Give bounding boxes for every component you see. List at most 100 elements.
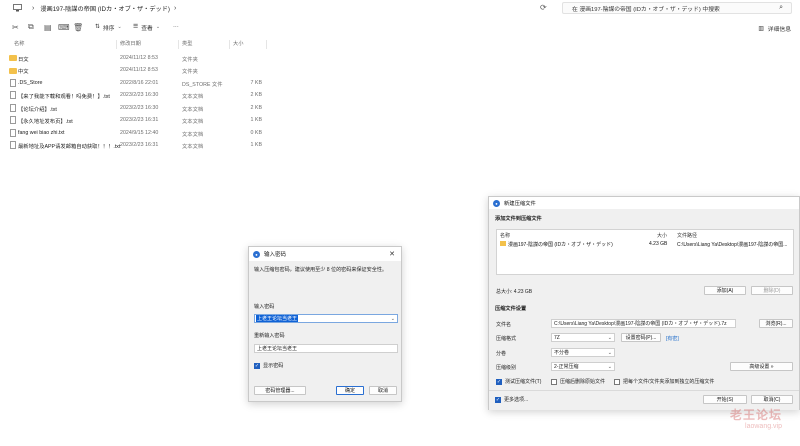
format-value: 7Z — [554, 334, 560, 341]
refresh-icon[interactable]: ⟳ — [540, 3, 547, 12]
command-bar: ✂ ⧉ ▤ ⌨ 🗑 ⇅ 排序 ⌄ ☰ 查看 ⌄ ··· — [0, 18, 800, 36]
text-file-icon — [10, 128, 16, 137]
list-col-name[interactable]: 名称 — [500, 232, 510, 239]
each-file-checkbox[interactable]: 把每个文件/文件夹添加到独立的压缩文件 — [614, 378, 714, 385]
list-item[interactable]: 【永久地址发布页】.txt 2023/2/23 16:31 文本文档 1 KB — [0, 115, 280, 128]
this-pc-icon[interactable] — [12, 3, 22, 13]
breadcrumb-folder[interactable]: 漫画197-陰謀の帝国 (IDカ・オブ・ザ・デッド) — [40, 4, 170, 13]
file-name-label: 文件名 — [496, 322, 512, 328]
column-type[interactable]: 类型 — [182, 40, 192, 47]
folder-icon — [9, 67, 17, 74]
view-button[interactable]: ☰ 查看 ⌄ — [133, 23, 160, 32]
search-placeholder: 在 漫画197-陰謀の帝国 (IDカ・オブ・ザ・デッド) 中搜索 — [572, 6, 720, 13]
checkbox-unchecked-icon — [551, 378, 557, 385]
chevron-down-icon[interactable]: ⌄ — [391, 316, 395, 322]
total-size: 总大小: 4.23 GB — [496, 289, 533, 295]
browse-button[interactable]: 浏览(R)... — [759, 319, 793, 328]
set-password-button[interactable]: 设置密码(P)... — [621, 333, 661, 342]
details-pane-button[interactable]: ▥ 详细信息 — [758, 24, 791, 34]
password-dialog-title: 输入密码 — [264, 252, 287, 258]
column-header: 名称 修改日期 类型 大小 — [0, 40, 280, 50]
cancel-button[interactable]: 取消 — [369, 386, 397, 395]
chevron-down-icon: ⌄ — [607, 364, 612, 370]
column-name[interactable]: 名称 — [14, 40, 24, 47]
details-label: 详细信息 — [767, 27, 791, 33]
app-icon: ● — [493, 199, 500, 207]
checkbox-unchecked-icon — [614, 378, 620, 385]
sort-icon: ⇅ — [95, 24, 100, 30]
add-button[interactable]: 添加(A) — [704, 286, 746, 295]
archive-dialog-titlebar: ● 新建压缩文件 — [489, 197, 799, 209]
password-dialog: ● 输入密码 ✕ 输入压缩包密码，建议使用至少 8 位的密码来保证安全性。 输入… — [248, 246, 402, 402]
sort-button[interactable]: ⇅ 排序 ⌄ — [95, 23, 122, 32]
test-archive-checkbox[interactable]: ✓ 测试压缩文件(T) — [496, 378, 541, 385]
file-name-field[interactable]: C:\Users\Liang Ya\Desktop\漫画197-陰謀の帝国 (I… — [551, 319, 736, 328]
folder-icon — [500, 241, 506, 246]
format-select[interactable]: 7Z ⌄ — [551, 333, 615, 342]
checkbox-checked-icon: ✓ — [496, 378, 502, 385]
list-item[interactable]: 最新地址及APP请发邮箱自动获取！！！.txt 2023/2/23 16:31 … — [0, 140, 280, 153]
paste-icon[interactable]: ▤ — [44, 23, 52, 32]
copy-icon[interactable]: ⧉ — [28, 22, 34, 32]
password-label: 输入密码 — [254, 304, 275, 310]
show-password-label: 显示密码 — [263, 363, 284, 369]
file-icon — [10, 78, 16, 87]
text-file-icon — [10, 116, 16, 124]
split-value: 不分卷 — [554, 350, 570, 356]
delete-icon[interactable]: 🗑 — [73, 23, 83, 32]
file-list: 日文 2024/11/12 8:53 文件夹 中文 2024/11/12 8:5… — [0, 52, 280, 152]
cut-icon[interactable]: ✂ — [12, 23, 19, 32]
column-size[interactable]: 大小 — [233, 40, 243, 47]
list-col-size[interactable]: 大小 — [657, 232, 667, 239]
advanced-settings-button[interactable]: 高级设置 » — [730, 362, 793, 371]
list-col-path[interactable]: 文件路径 — [677, 232, 697, 239]
view-icon: ☰ — [133, 24, 139, 30]
chevron-right-icon: › — [32, 4, 35, 12]
chevron-right-icon: › — [173, 4, 177, 12]
password-manager-button[interactable]: 密码管理器... — [254, 386, 306, 395]
encrypted-tag: [有密] — [666, 336, 679, 342]
list-item[interactable]: 中文 2024/11/12 8:53 文件夹 — [0, 65, 280, 78]
chevron-down-icon: ⌄ — [155, 24, 161, 30]
checkbox-checked-icon: ✓ — [254, 362, 260, 369]
split-label: 分卷 — [496, 351, 507, 357]
level-label: 压缩级别 — [496, 365, 517, 371]
more-options-checkbox[interactable]: ✓ 更多选项... — [495, 396, 528, 403]
password-value: 上老王论坛当老王 — [256, 315, 299, 322]
section-archive-settings: 压缩文件设置 — [495, 306, 527, 312]
archive-file-list: 名称 大小 文件路径 漫画197-陰謀の帝国 (IDカ・オブ・ザ・デッド) 4.… — [496, 229, 794, 275]
list-item[interactable]: 日文 2024/11/12 8:53 文件夹 — [0, 52, 280, 65]
archive-dialog-title: 新建压缩文件 — [504, 201, 536, 207]
show-password-checkbox[interactable]: ✓ 显示密码 — [254, 362, 283, 369]
split-select[interactable]: 不分卷 ⌄ — [551, 348, 615, 357]
delete-after-checkbox[interactable]: 压缩后删除原始文件 — [551, 378, 605, 385]
list-item[interactable]: 【论坛介绍】.txt 2023/2/23 16:30 文本文档 2 KB — [0, 102, 280, 115]
start-button[interactable]: 开始(S) — [703, 395, 747, 404]
format-label: 压缩格式 — [496, 336, 517, 342]
chevron-down-icon: ⌄ — [607, 335, 612, 341]
more-button[interactable]: ··· — [173, 24, 179, 30]
column-date[interactable]: 修改日期 — [120, 40, 141, 47]
password-field[interactable]: 上老王论坛当老王 ⌄ — [254, 314, 398, 323]
list-item[interactable]: .DS_Store 2022/8/16 22:01 DS_STORE 文件 7 … — [0, 77, 280, 90]
list-item[interactable]: 【来了我能下载和观看！吗免费！】.txt 2023/2/23 16:30 文本文… — [0, 90, 280, 103]
list-item[interactable]: 漫画197-陰謀の帝国 (IDカ・オブ・ザ・デッド) 4.23 GB C:\Us… — [497, 240, 793, 248]
rename-icon[interactable]: ⌨ — [58, 23, 70, 32]
search-icon: ⌕ — [779, 4, 783, 11]
list-item[interactable]: fang wei biao zhi.txt 2024/9/15 12:40 文本… — [0, 127, 280, 140]
delete-button[interactable]: 删除(D) — [751, 286, 793, 295]
view-label: 查看 — [141, 25, 153, 32]
folder-icon — [9, 55, 17, 61]
section-add-files: 添加文件到压缩文件 — [495, 216, 542, 222]
text-file-icon — [10, 141, 16, 149]
search-input[interactable]: 在 漫画197-陰謀の帝国 (IDカ・オブ・ザ・デッド) 中搜索 ⌕ — [562, 2, 792, 14]
new-archive-dialog: ● 新建压缩文件 添加文件到压缩文件 名称 大小 文件路径 漫画197-陰謀の帝… — [488, 196, 800, 410]
app-icon: ● — [253, 250, 260, 258]
close-icon[interactable]: ✕ — [389, 250, 395, 258]
level-value: 2-正常压缩 — [554, 364, 579, 370]
ok-button[interactable]: 确定 — [336, 386, 364, 395]
text-file-icon — [10, 91, 16, 99]
cancel-button[interactable]: 取消(C) — [751, 395, 793, 404]
reenter-password-field[interactable]: 上老王论坛当老王 — [254, 344, 398, 353]
level-select[interactable]: 2-正常压缩 ⌄ — [551, 362, 615, 371]
